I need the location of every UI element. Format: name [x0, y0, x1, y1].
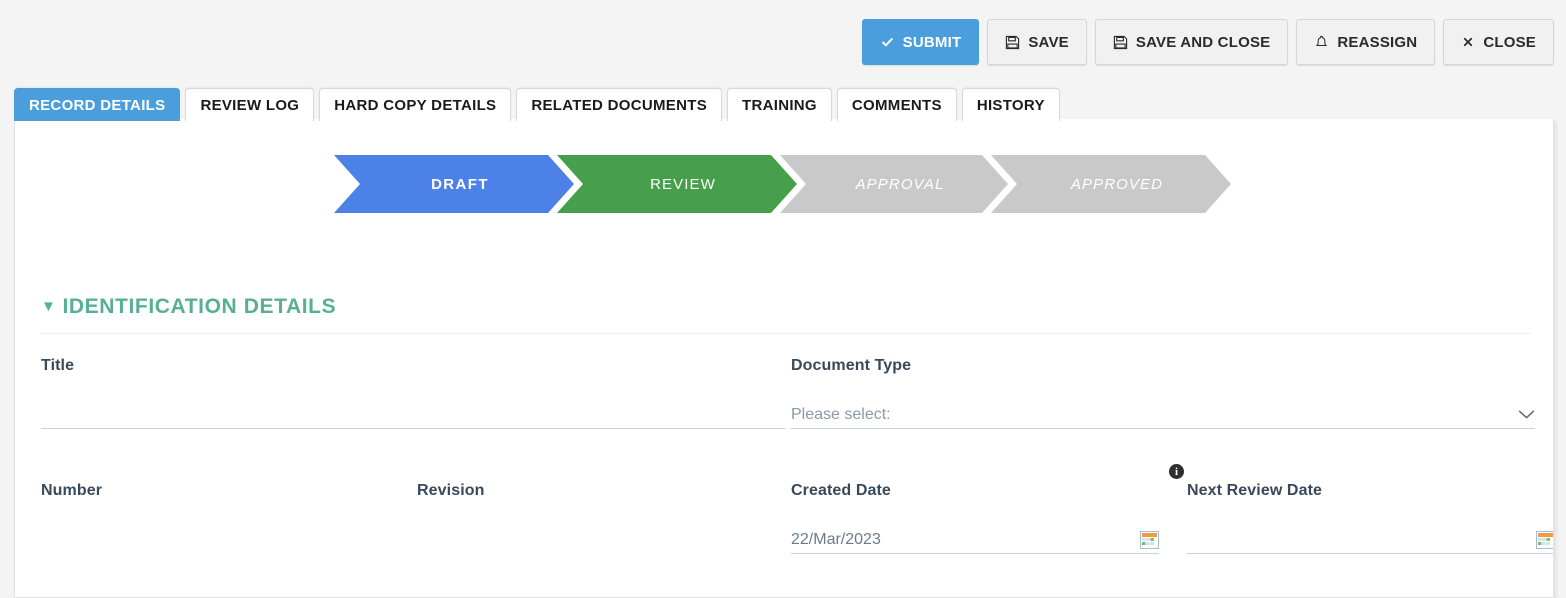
field-title-label: Title — [41, 357, 785, 375]
number-input[interactable] — [41, 522, 409, 554]
close-button-label: CLOSE — [1483, 34, 1536, 51]
chevron-down-icon[interactable] — [1518, 408, 1535, 428]
floppy-disk-icon — [1113, 35, 1128, 50]
document-type-select[interactable]: Please select: — [791, 397, 1535, 429]
workflow-step-label: APPROVED — [1071, 176, 1163, 193]
revision-input[interactable] — [417, 522, 785, 554]
workflow-step-label: REVIEW — [650, 176, 716, 193]
tab-label: COMMENTS — [852, 97, 942, 114]
field-title: Title — [41, 357, 785, 429]
info-icon[interactable]: i — [1169, 464, 1184, 479]
field-number-label: Number — [41, 482, 409, 500]
tab-label: RECORD DETAILS — [29, 97, 165, 114]
reassign-button[interactable]: REASSIGN — [1296, 19, 1435, 65]
field-number: Number — [41, 482, 409, 554]
floppy-disk-icon — [1005, 35, 1020, 50]
identification-details-section-header[interactable]: ▼ IDENTIFICATION DETAILS — [41, 295, 1531, 334]
workflow-step-review[interactable]: REVIEW — [557, 155, 797, 213]
workflow-step-approved[interactable]: APPROVED — [991, 155, 1231, 213]
tab-label: TRAINING — [742, 97, 817, 114]
workflow-step-label: DRAFT — [431, 176, 489, 193]
tab-record-details[interactable]: RECORD DETAILS — [14, 88, 180, 121]
field-created-date: Created Date 22/Mar/2023 — [791, 482, 1159, 554]
field-next-review-date: i Next Review Date — [1187, 482, 1554, 554]
workflow-stepper: DRAFT REVIEW APPROVAL APPROVED — [334, 155, 1229, 213]
section-title: IDENTIFICATION DETAILS — [62, 295, 336, 318]
tab-label: REVIEW LOG — [200, 97, 299, 114]
check-icon — [880, 35, 895, 50]
tab-bar: RECORD DETAILS REVIEW LOG HARD COPY DETA… — [14, 86, 1566, 121]
calendar-icon[interactable] — [1536, 531, 1554, 549]
tab-comments[interactable]: COMMENTS — [837, 88, 957, 121]
tab-related-documents[interactable]: RELATED DOCUMENTS — [516, 88, 722, 121]
field-document-type-label: Document Type — [791, 357, 1535, 375]
record-details-panel: DRAFT REVIEW APPROVAL APPROVED ▼ IDENTIFI… — [14, 119, 1554, 598]
number-input-value — [41, 550, 409, 554]
tab-label: RELATED DOCUMENTS — [531, 97, 707, 114]
next-review-date-input-value — [1187, 549, 1536, 553]
save-button-label: SAVE — [1028, 34, 1069, 51]
next-review-date-input[interactable] — [1187, 522, 1554, 554]
tab-label: HISTORY — [977, 97, 1045, 114]
title-input[interactable] — [41, 397, 785, 429]
save-and-close-button-label: SAVE AND CLOSE — [1136, 34, 1270, 51]
tab-review-log[interactable]: REVIEW LOG — [185, 88, 314, 121]
field-created-date-label: Created Date — [791, 482, 1159, 500]
calendar-icon[interactable] — [1140, 531, 1159, 549]
workflow-step-approval[interactable]: APPROVAL — [780, 155, 1008, 213]
revision-input-value — [417, 550, 785, 554]
workflow-step-draft[interactable]: DRAFT — [334, 155, 574, 213]
field-next-review-date-label: Next Review Date — [1187, 482, 1554, 500]
tab-label: HARD COPY DETAILS — [334, 97, 496, 114]
reassign-button-label: REASSIGN — [1337, 34, 1417, 51]
action-toolbar: SUBMIT SAVE SAVE AND CLOSE REASSIGN CLOS… — [0, 0, 1566, 84]
title-input-value — [41, 424, 785, 428]
field-revision-label: Revision — [417, 482, 785, 500]
document-type-select-value: Please select: — [791, 406, 1518, 428]
collapse-caret-icon[interactable]: ▼ — [41, 298, 56, 315]
submit-button[interactable]: SUBMIT — [862, 19, 980, 65]
bell-icon — [1314, 35, 1329, 50]
save-and-close-button[interactable]: SAVE AND CLOSE — [1095, 19, 1288, 65]
workflow-step-label: APPROVAL — [856, 176, 945, 193]
close-x-icon — [1461, 35, 1475, 49]
field-revision: Revision — [417, 482, 785, 554]
created-date-input-value: 22/Mar/2023 — [791, 531, 1140, 553]
close-button[interactable]: CLOSE — [1443, 19, 1554, 65]
submit-button-label: SUBMIT — [903, 34, 962, 51]
tab-training[interactable]: TRAINING — [727, 88, 832, 121]
field-document-type: Document Type Please select: — [791, 357, 1535, 429]
created-date-input[interactable]: 22/Mar/2023 — [791, 522, 1159, 554]
tab-hard-copy-details[interactable]: HARD COPY DETAILS — [319, 88, 511, 121]
save-button[interactable]: SAVE — [987, 19, 1087, 65]
tab-history[interactable]: HISTORY — [962, 88, 1060, 121]
